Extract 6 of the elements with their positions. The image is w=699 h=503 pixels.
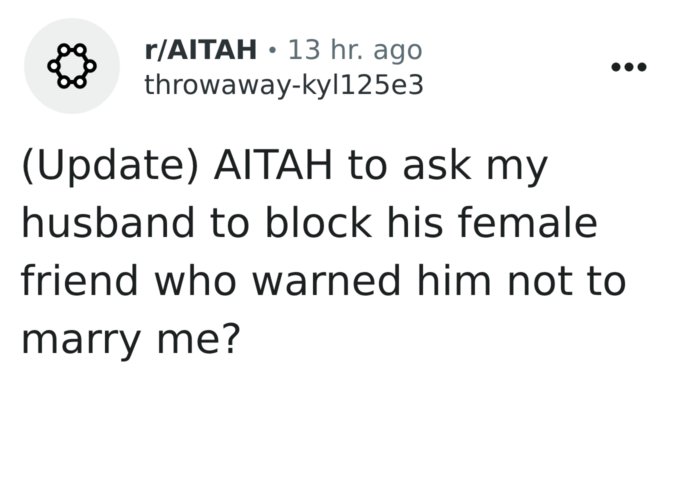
post-title: (Update) AITAH to ask my husband to block his female friend who warned him not to marry me? bbox=[19, 140, 628, 365]
separator-dot: • bbox=[266, 38, 279, 66]
post-time: 13 hr. ago bbox=[286, 34, 423, 68]
subreddit-link[interactable]: r/AITAH bbox=[144, 30, 258, 72]
more-icon bbox=[611, 62, 647, 72]
author-link[interactable]: throwaway-kyl125e3 bbox=[144, 71, 425, 101]
